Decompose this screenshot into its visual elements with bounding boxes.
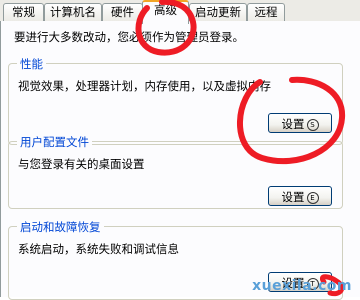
tab-strip: 常规 计算机名 硬件 高级 启动更新 远程	[0, 0, 360, 24]
performance-group: 性能 视觉效果，处理器计划，内存使用，以及虚拟内存 设置 S	[8, 56, 343, 145]
watermark-text: xuexila.com	[252, 278, 352, 294]
user-profiles-description: 与您登录有关的桌面设置	[18, 157, 145, 171]
accelerator-key: S	[306, 119, 319, 131]
user-profiles-group: 用户配置文件 与您登录有关的桌面设置 设置 E	[8, 134, 343, 209]
startup-recovery-description: 系统启动，系统失败和调试信息	[18, 242, 179, 256]
tab-general[interactable]: 常规	[3, 3, 44, 21]
tab-automatic-updates[interactable]: 启动更新	[189, 3, 247, 21]
admin-note: 要进行大多数改动，您必须作为管理员登录。	[14, 30, 244, 44]
user-profiles-settings-button[interactable]: 设置 E	[268, 186, 332, 206]
performance-description: 视觉效果，处理器计划，内存使用，以及虚拟内存	[18, 79, 271, 93]
performance-settings-button[interactable]: 设置 S	[268, 113, 332, 133]
tab-hardware[interactable]: 硬件	[102, 3, 143, 21]
accelerator-key: E	[306, 192, 319, 204]
tab-computer-name[interactable]: 计算机名	[44, 3, 102, 21]
tab-remote[interactable]: 远程	[247, 3, 285, 21]
button-label: 设置	[281, 117, 305, 131]
performance-group-title: 性能	[17, 56, 46, 72]
startup-recovery-group-title: 启动和故障恢复	[17, 219, 104, 235]
tab-advanced[interactable]: 高级	[142, 0, 189, 24]
button-label: 设置	[281, 190, 305, 204]
tab-page-advanced: 要进行大多数改动，您必须作为管理员登录。 性能 视觉效果，处理器计划，内存使用，…	[0, 21, 360, 300]
user-profiles-group-title: 用户配置文件	[17, 134, 92, 150]
